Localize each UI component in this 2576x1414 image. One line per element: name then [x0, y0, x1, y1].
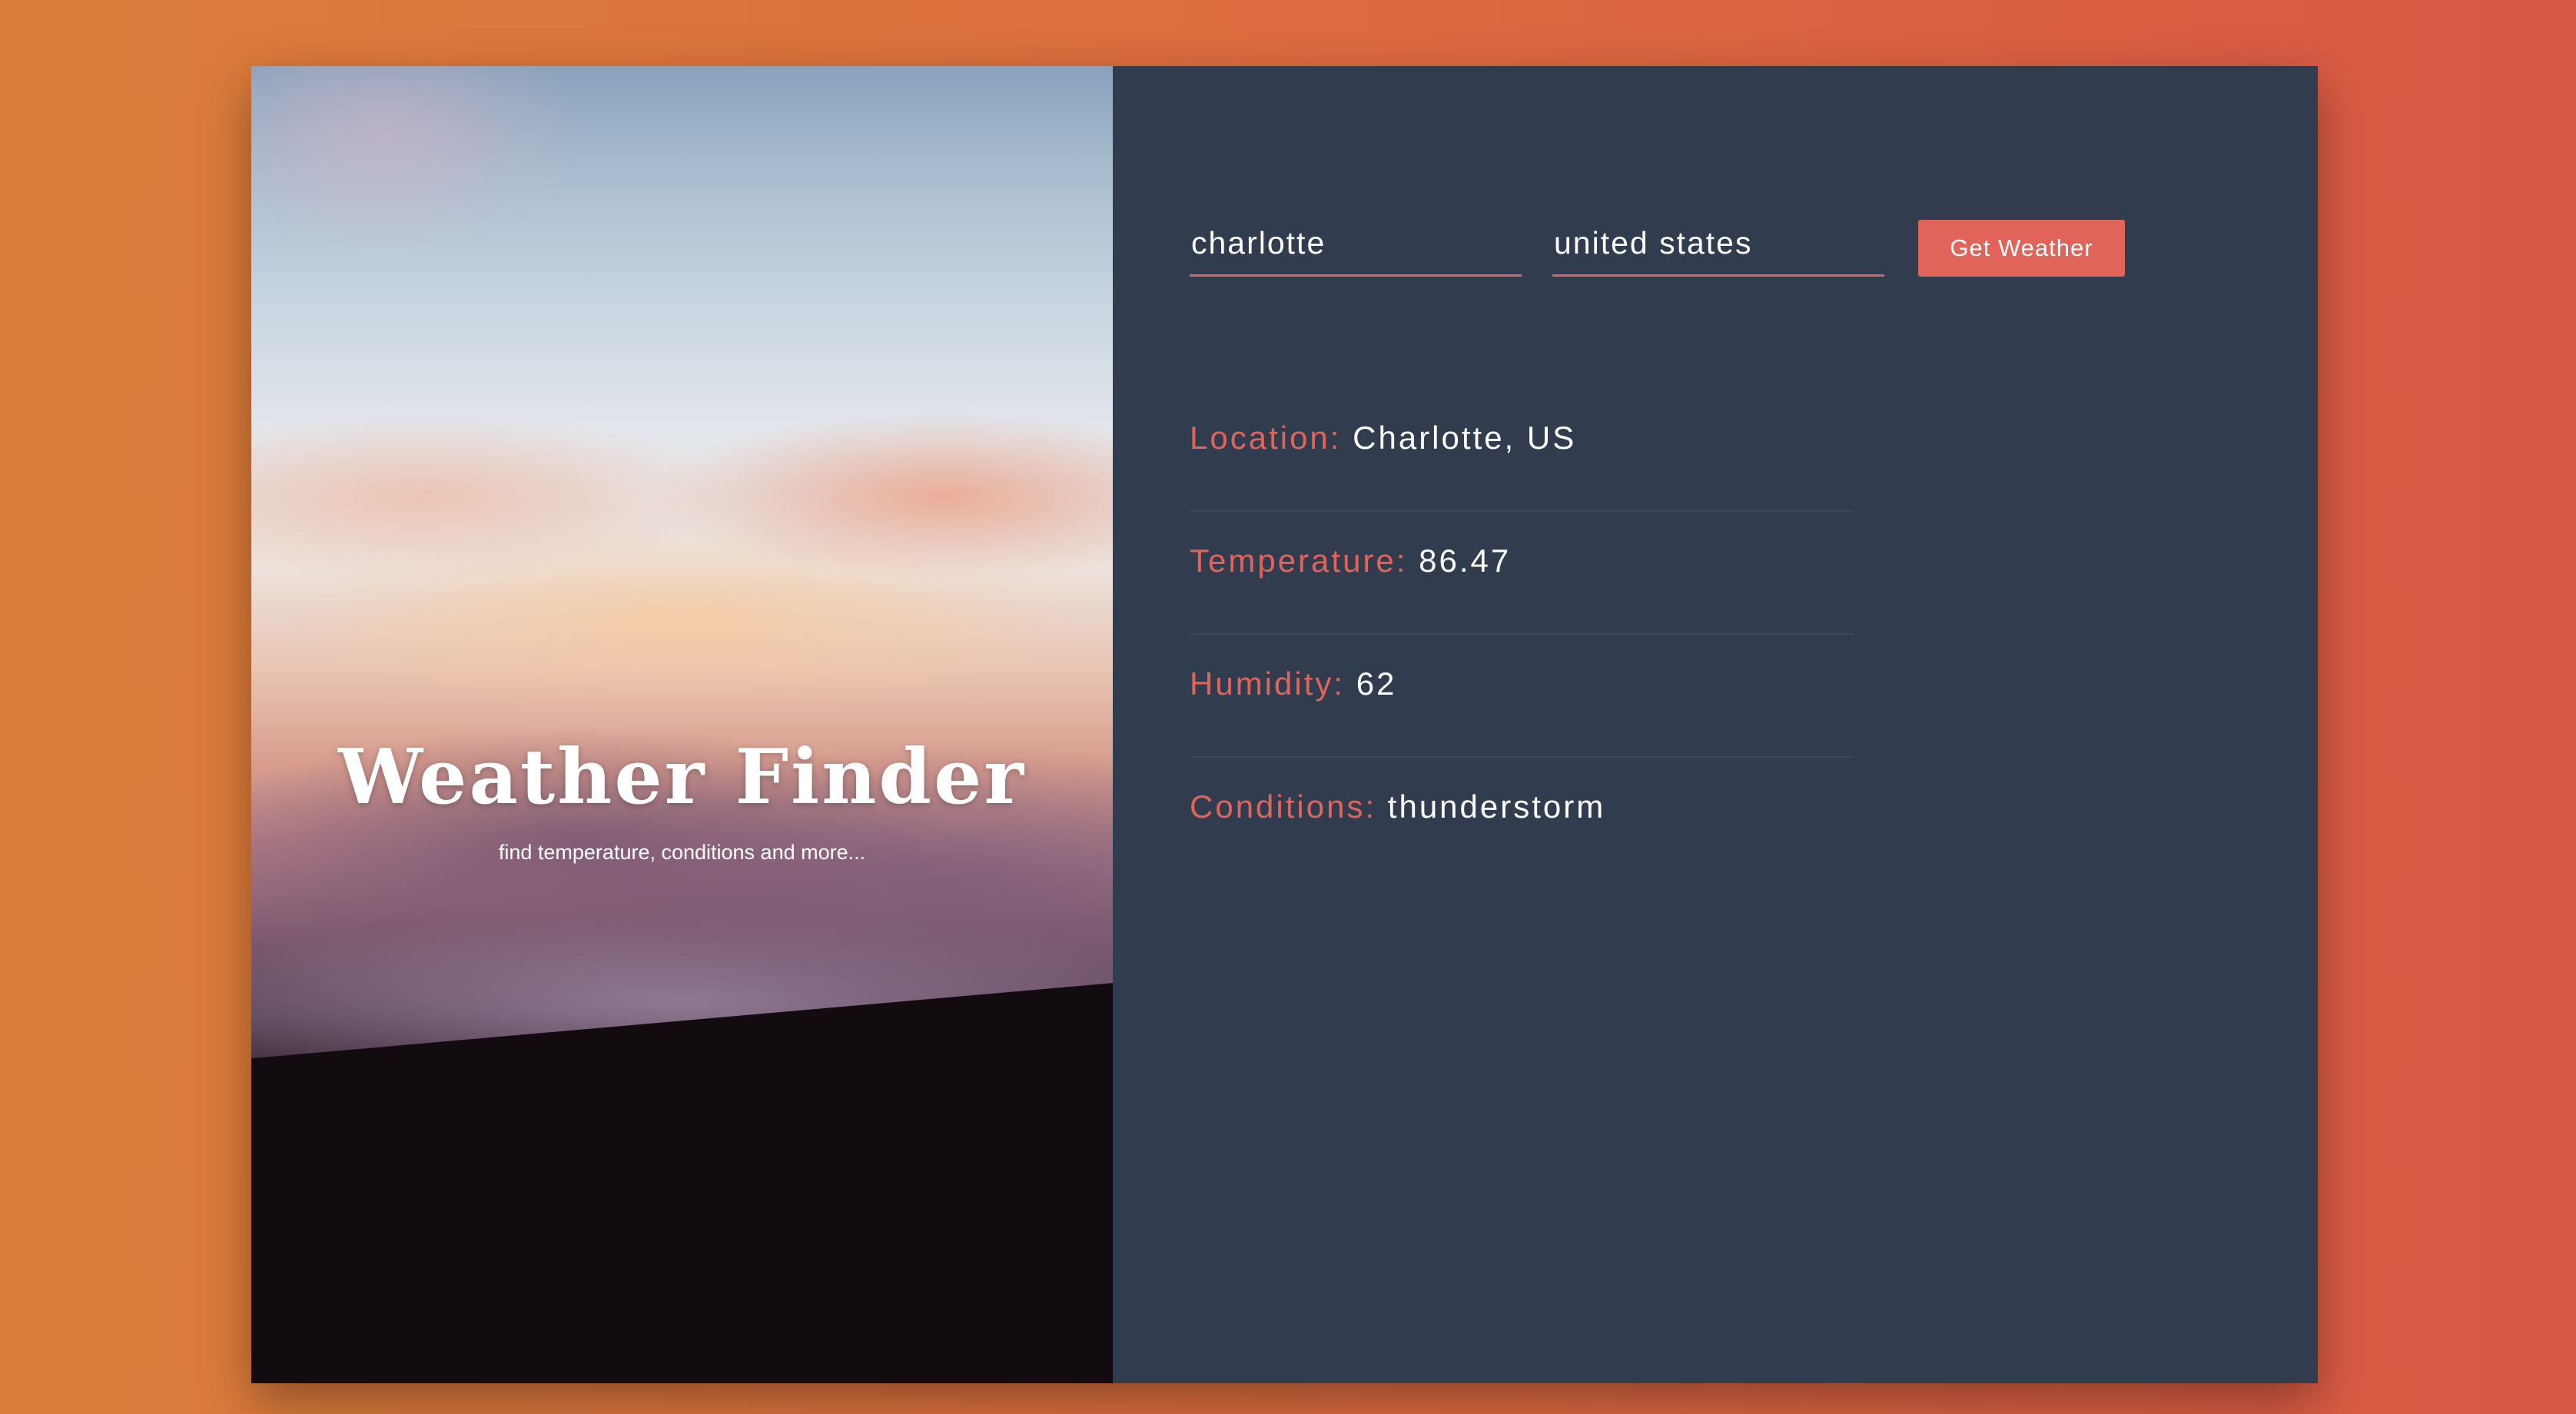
result-value: Charlotte, US [1353, 420, 1577, 456]
hero-image-panel: Weather Finder find temperature, conditi… [251, 66, 1113, 1383]
result-conditions: Conditions: thunderstorm [1190, 758, 1854, 881]
country-input[interactable] [1552, 220, 1884, 277]
result-label: Location: [1190, 420, 1353, 456]
result-location: Location: Charlotte, US [1190, 389, 1854, 512]
weather-panel: Get Weather Location: Charlotte, US Temp… [1113, 66, 2318, 1383]
weather-app-card: Weather Finder find temperature, conditi… [251, 66, 2318, 1383]
result-label: Temperature: [1190, 543, 1419, 579]
app-title: Weather Finder [337, 733, 1027, 822]
result-temperature: Temperature: 86.47 [1190, 512, 1854, 635]
weather-results: Location: Charlotte, US Temperature: 86.… [1190, 389, 1854, 881]
weather-form: Get Weather [1190, 220, 2125, 277]
app-subtitle: find temperature, conditions and more... [498, 841, 866, 864]
result-value: 86.47 [1419, 543, 1512, 579]
hero-text: Weather Finder find temperature, conditi… [251, 732, 1113, 865]
result-humidity: Humidity: 62 [1190, 635, 1854, 758]
result-label: Conditions: [1190, 788, 1388, 825]
get-weather-button[interactable]: Get Weather [1918, 220, 2125, 277]
result-value: thunderstorm [1387, 788, 1606, 825]
result-label: Humidity: [1190, 666, 1356, 702]
city-input[interactable] [1190, 220, 1522, 277]
result-value: 62 [1356, 666, 1397, 702]
